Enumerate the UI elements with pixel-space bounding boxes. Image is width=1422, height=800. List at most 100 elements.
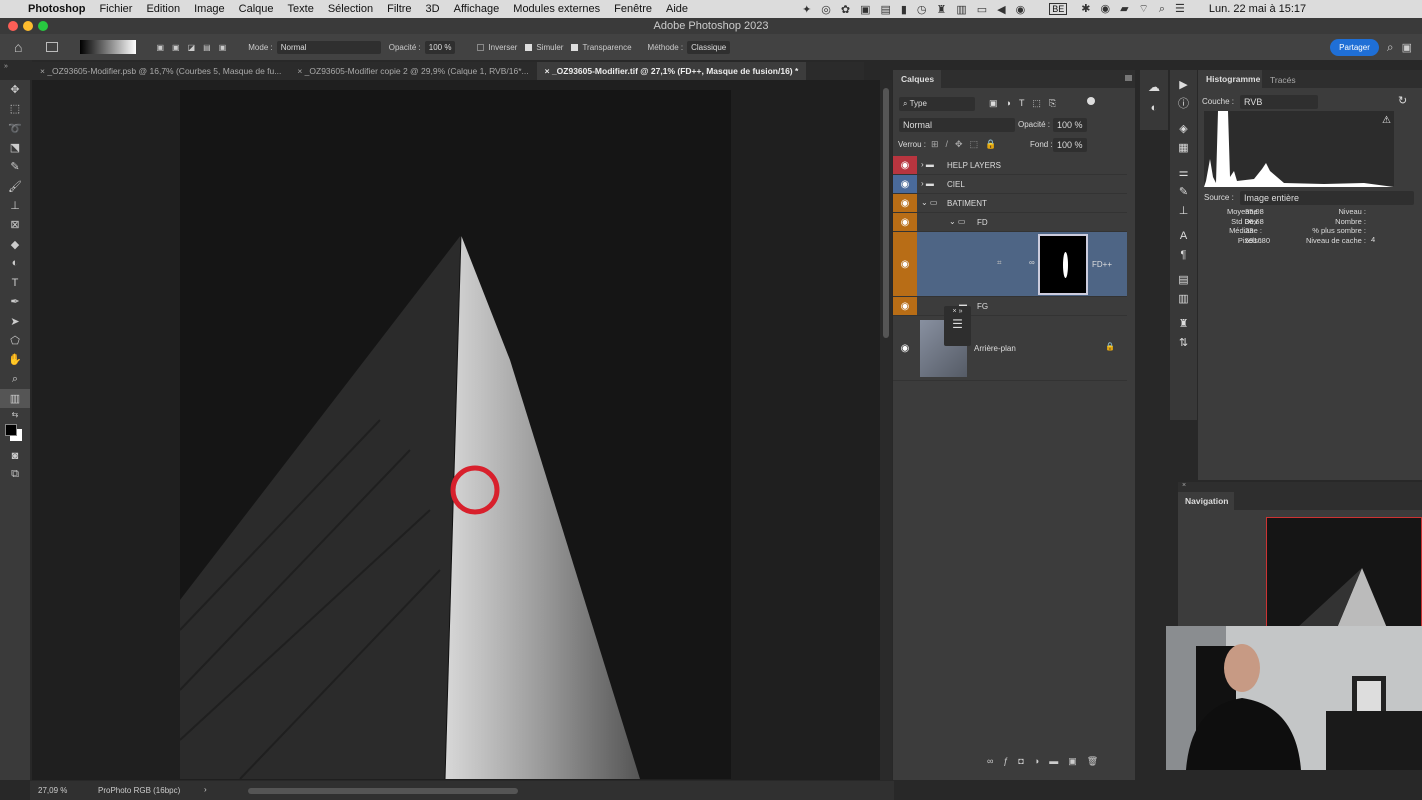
eyedropper-tool-icon[interactable]: ✎ [0,157,30,176]
menu-modules[interactable]: Modules externes [513,3,600,15]
invert-checkbox[interactable] [477,43,485,51]
properties-popup[interactable]: × » ☰ [944,306,971,346]
3d-icon[interactable]: ◈ [1170,120,1197,139]
menu-edition[interactable]: Edition [146,3,180,15]
workspace-icon[interactable]: ▣ [1402,41,1412,54]
info-icon[interactable]: ⓘ [1170,95,1197,114]
move-tool-icon[interactable]: ✥ [0,80,30,99]
type-tool-icon[interactable]: T [0,273,30,292]
minimize-window-button[interactable] [23,21,33,31]
system-icons[interactable]: ✱◉▰⌔⌕☰ [1081,2,1195,16]
zoom-tool-icon[interactable]: ⌕ [0,369,30,388]
swap-colors-icon[interactable]: ⇆ [0,408,30,420]
screen-mode-icon[interactable]: ⧉ [0,465,30,484]
simulate-checkbox[interactable] [525,43,533,51]
layer-group-batiment[interactable]: ◉ ⌄ ▭ BATIMENT [893,194,1127,213]
tab-paths[interactable]: Tracés [1270,75,1296,85]
properties-adjust-icon[interactable]: ☰ [952,317,963,331]
visibility-eye-icon[interactable]: ◉ [893,175,917,193]
libraries-icon[interactable]: ▤ [1170,271,1197,290]
foreground-color[interactable] [5,424,17,437]
path-select-tool-icon[interactable]: ➤ [0,312,30,331]
layer-group-ciel[interactable]: ◉ › ▬ CIEL [893,175,1127,194]
menu-affichage[interactable]: Affichage [454,3,500,15]
tab-document-1[interactable]: × _OZ93605-Modifier.psb @ 16,7% (Courbes… [32,62,289,80]
swatches-icon[interactable]: ▦ [1170,139,1197,158]
refresh-icon[interactable]: ↻ [1398,94,1407,107]
visibility-eye-icon[interactable]: ◉ [893,297,917,315]
visibility-eye-icon[interactable]: ◉ [893,194,917,212]
hand-tool-icon[interactable]: ✋ [0,350,30,369]
horizontal-scrollbar[interactable] [248,788,518,794]
blend-mode-select[interactable]: Normal [899,118,1015,132]
tab-histogram[interactable]: Histogramme [1198,70,1262,88]
menu-fichier[interactable]: Fichier [99,3,132,15]
brush-tool-icon[interactable]: 🖌 [0,176,30,195]
menu-calque[interactable]: Calque [239,3,274,15]
layer-mask-thumbnail[interactable] [1038,234,1088,295]
keyboard-layout[interactable]: BE [1049,3,1068,15]
gradient-picker[interactable] [80,40,137,54]
layer-group-help-layers[interactable]: ◉ › ▬ HELP LAYERS [893,156,1127,175]
gradient-type-buttons[interactable]: ▣▣◪▤▣ [156,43,234,52]
menu-fenetre[interactable]: Fenêtre [614,3,652,15]
eraser-tool-icon[interactable]: ◆ [0,234,30,253]
lasso-tool-icon[interactable]: ➰ [0,119,30,138]
clock[interactable]: Lun. 22 mai à 15:17 [1209,3,1306,15]
quick-mask-icon[interactable]: ◙ [0,446,30,465]
search-icon[interactable]: ⌕ [1387,40,1394,55]
paragraph-icon[interactable]: ¶ [1170,246,1197,265]
visibility-eye-icon[interactable]: ◉ [893,316,917,380]
actions-play-icon[interactable]: ▶ [1170,76,1197,95]
status-icons[interactable]: ✦◎✿▣▤▮◷♜▥▭◀◉ [802,3,1035,16]
menu-filtre[interactable]: Filtre [387,3,411,15]
stamp-tool-icon[interactable]: ⊥ [0,196,30,215]
lock-icons[interactable]: ⊞/✥⬚🔒 [931,139,1003,150]
document-image[interactable] [180,90,731,779]
layer-group-fd[interactable]: ◉ ⌄ ▭ FD [893,213,1127,232]
marquee-tool-icon[interactable]: ⬚ [0,99,30,118]
tab-document-2[interactable]: × _OZ93605-Modifier copie 2 @ 29,9% (Cal… [289,62,536,80]
tab-document-3[interactable]: × _OZ93605-Modifier.tif @ 27,1% (FD++, M… [536,62,807,80]
close-window-button[interactable] [8,21,18,31]
share-button[interactable]: Partager [1330,38,1379,56]
gradient-tool-icon[interactable]: ▥ [0,388,30,409]
zoom-level[interactable]: 27,09 % [38,786,67,795]
filter-icons[interactable]: ▣◑T⬚⎘ [989,98,1064,109]
menu-selection[interactable]: Sélection [328,3,373,15]
dodge-tool-icon[interactable]: ◐ [0,254,30,273]
object-select-tool-icon[interactable]: ⬔ [0,138,30,157]
adjustments-icon[interactable]: ◐ [1140,102,1168,114]
shape-tool-icon[interactable]: ⬠ [0,331,30,350]
glyphs-icon[interactable]: ♜ [1170,315,1197,334]
navigator-preview[interactable] [1266,517,1422,627]
color-swatches[interactable] [0,420,30,446]
method-select[interactable]: Classique [687,40,731,54]
tab-navigation[interactable]: Navigation [1178,492,1234,510]
menu-texte[interactable]: Texte [288,3,314,15]
learn-icon[interactable]: ☁ [1140,80,1168,94]
layer-opacity-input[interactable]: 100 % [1053,118,1087,132]
visibility-eye-icon[interactable]: ◉ [893,213,917,231]
pen-tool-icon[interactable]: ✒ [0,292,30,311]
layer-filter-select[interactable]: ⌕ Type [899,97,975,111]
tab-layers[interactable]: Calques [893,70,941,88]
source-select[interactable]: Image entière [1240,191,1414,205]
menu-3d[interactable]: 3D [426,3,440,15]
notes-icon[interactable]: ▥ [1170,290,1197,309]
mode-select[interactable]: Normal [276,40,381,54]
layer-bottom-actions[interactable]: ∞ƒ◘◑▬▣🗑 [987,756,1108,767]
tool-preset-icon[interactable] [46,42,59,52]
visibility-eye-icon[interactable]: ◉ [893,156,917,174]
panel-menu-icon[interactable] [1125,75,1132,81]
layer-group-fg[interactable]: ◉ ▬ FG [893,297,1127,316]
opacity-input[interactable]: 100 % [424,40,456,54]
filter-toggle[interactable] [1087,97,1095,105]
clone-source-icon[interactable]: ⊥ [1170,202,1197,221]
transparency-checkbox[interactable] [571,43,579,51]
vertical-scrollbar[interactable] [880,80,892,780]
frame-tool-icon[interactable]: ⊠ [0,215,30,234]
link-icon[interactable]: ∞ [1029,258,1035,267]
character-icon[interactable]: A [1170,227,1197,246]
visibility-eye-icon[interactable]: ◉ [893,232,917,296]
